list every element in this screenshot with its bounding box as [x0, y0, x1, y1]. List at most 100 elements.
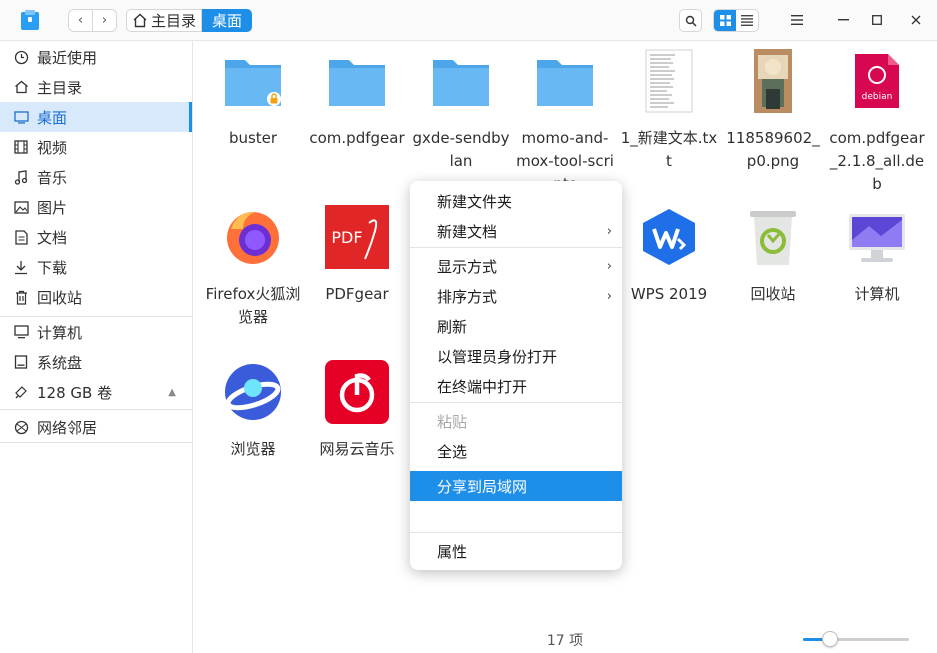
file-name: 1_新建文本.txt [620, 129, 718, 170]
sidebar: 最近使用 主目录 桌面 视频 音乐 图片 文档 下载 回收站 计算机 系统盘 1… [0, 41, 193, 653]
file-item[interactable]: gxde-sendbylan [409, 45, 513, 173]
recycle-bin-icon [741, 201, 805, 273]
file-item[interactable]: PDF PDFgear [305, 201, 409, 306]
sidebar-item-trash[interactable]: 回收站 [0, 282, 192, 312]
menu-item-open-as-admin[interactable]: 以管理员身份打开 [410, 341, 622, 371]
icon-view-button[interactable] [714, 10, 736, 31]
breadcrumb-home[interactable]: 主目录 [126, 9, 203, 32]
file-name: gxde-sendbylan [412, 129, 510, 170]
desktop-icon [12, 108, 30, 126]
file-item[interactable]: buster [201, 45, 305, 150]
chevron-right-icon: › [606, 258, 612, 274]
menu-item-label: 新建文件夹 [437, 192, 513, 211]
search-button[interactable] [679, 9, 702, 32]
firefox-icon [221, 201, 285, 273]
sidebar-item-pictures[interactable]: 图片 [0, 192, 192, 222]
sidebar-item-label: 网络邻居 [37, 418, 98, 437]
hamburger-icon [791, 15, 803, 25]
usb-icon [12, 383, 30, 401]
chevron-right-icon: › [101, 13, 108, 28]
sidebar-item-label: 系统盘 [37, 353, 83, 372]
file-name: PDFgear [325, 285, 389, 303]
sidebar-divider [0, 409, 192, 410]
maximize-icon [872, 15, 882, 25]
sidebar-item-system-disk[interactable]: 系统盘 [0, 347, 192, 377]
pdfgear-badge-text: PDF [331, 228, 362, 247]
menu-item-new-document[interactable]: 新建文档 › [410, 216, 622, 246]
sidebar-item-label: 文档 [37, 228, 68, 247]
zoom-slider-handle[interactable] [821, 631, 838, 647]
chevron-right-icon: › [606, 288, 612, 304]
sidebar-item-computer[interactable]: 计算机 [0, 317, 192, 347]
sidebar-item-home[interactable]: 主目录 [0, 72, 192, 102]
menu-item-new-folder[interactable]: 新建文件夹 [410, 186, 622, 216]
file-item[interactable]: momo-and-mox-tool-scripts [513, 45, 617, 196]
breadcrumb-current[interactable]: 桌面 [202, 9, 253, 32]
menu-item-sort-by[interactable]: 排序方式 › [410, 281, 622, 311]
menu-divider [410, 247, 622, 248]
debian-badge-text: debian [862, 92, 893, 102]
sidebar-item-recent[interactable]: 最近使用 [0, 42, 192, 72]
menu-divider [410, 532, 622, 533]
sidebar-item-downloads[interactable]: 下载 [0, 252, 192, 282]
sidebar-item-usb-volume[interactable]: 128 GB 卷 ▲ [0, 377, 192, 407]
zoom-slider[interactable] [803, 631, 909, 647]
sidebar-item-desktop[interactable]: 桌面 [0, 102, 192, 132]
browser-icon [221, 356, 285, 428]
folder-icon [325, 45, 389, 117]
sidebar-divider [0, 442, 192, 443]
debian-package-icon: debian [845, 45, 909, 117]
sidebar-item-videos[interactable]: 视频 [0, 132, 192, 162]
trash-icon [12, 288, 30, 306]
menu-item-display-mode[interactable]: 显示方式 › [410, 251, 622, 281]
wps-icon [637, 201, 701, 273]
close-button[interactable] [904, 9, 928, 31]
menu-item-blank[interactable] [410, 501, 622, 531]
clock-icon [12, 48, 30, 66]
file-item[interactable]: WPS 2019 [617, 201, 721, 306]
view-mode-switch [713, 9, 759, 32]
file-name: Firefox火狐浏览器 [205, 285, 301, 326]
sidebar-item-label: 音乐 [37, 168, 68, 187]
file-name: 118589602_p0.png [726, 129, 820, 170]
sidebar-item-network[interactable]: 网络邻居 [0, 412, 192, 442]
file-item[interactable]: 118589602_p0.png [721, 45, 825, 173]
file-item[interactable]: Firefox火狐浏览器 [201, 201, 305, 329]
music-icon [12, 168, 30, 186]
menu-item-open-in-terminal[interactable]: 在终端中打开 [410, 371, 622, 401]
eject-icon[interactable]: ▲ [168, 387, 176, 398]
sidebar-item-documents[interactable]: 文档 [0, 222, 192, 252]
menu-divider [410, 402, 622, 403]
list-view-button[interactable] [736, 10, 758, 31]
file-item[interactable]: 网易云音乐 [305, 356, 409, 461]
folder-locked-icon [221, 45, 285, 117]
sidebar-item-music[interactable]: 音乐 [0, 162, 192, 192]
back-button[interactable]: ‹ [69, 10, 92, 31]
sidebar-item-label: 桌面 [37, 108, 68, 127]
file-item[interactable]: debian com.pdfgear_2.1.8_all.deb [825, 45, 929, 196]
menu-button[interactable] [785, 9, 809, 31]
menu-item-label: 排序方式 [437, 287, 498, 306]
file-name: com.pdfgear [309, 129, 405, 147]
minimize-button[interactable] [831, 9, 855, 31]
close-icon [911, 15, 921, 25]
network-icon [12, 418, 30, 436]
menu-item-select-all[interactable]: 全选 [410, 436, 622, 466]
menu-item-label: 分享到局域网 [437, 477, 528, 496]
file-item[interactable]: 回收站 [721, 201, 825, 306]
sidebar-item-label: 视频 [37, 138, 68, 157]
menu-item-properties[interactable]: 属性 [410, 536, 622, 566]
file-item[interactable]: 浏览器 [201, 356, 305, 461]
title-bar: ‹ › 主目录 桌面 [0, 0, 937, 41]
file-item[interactable]: 1_新建文本.txt [617, 45, 721, 173]
menu-item-share-to-lan[interactable]: 分享到局域网 [410, 471, 622, 501]
forward-button[interactable]: › [92, 10, 116, 31]
maximize-button[interactable] [865, 9, 889, 31]
menu-item-paste[interactable]: 粘贴 [410, 406, 622, 436]
menu-item-refresh[interactable]: 刷新 [410, 311, 622, 341]
menu-item-label: 粘贴 [437, 412, 468, 431]
file-item[interactable]: 计算机 [825, 201, 929, 306]
sidebar-item-label: 主目录 [37, 78, 83, 97]
file-name: WPS 2019 [630, 285, 708, 303]
file-item[interactable]: com.pdfgear [305, 45, 409, 150]
